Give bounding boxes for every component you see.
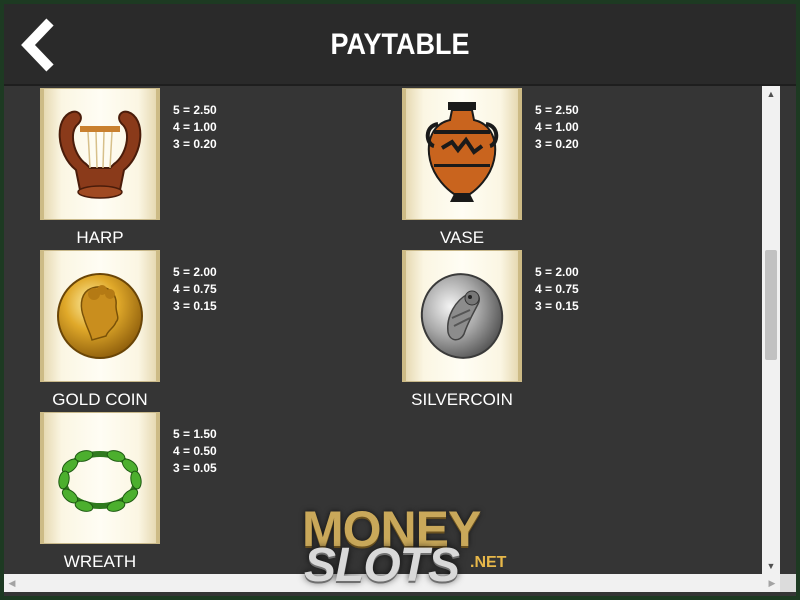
header-bar: PAYTABLE — [4, 4, 796, 86]
payout-value: 4 = 1.00 — [535, 120, 579, 134]
payout-value: 5 = 2.50 — [173, 103, 217, 117]
payout-value: 5 = 2.00 — [173, 265, 217, 279]
silver-coin-icon — [420, 273, 504, 359]
scroll-right-arrow-icon[interactable]: ▶ — [764, 574, 780, 592]
payout-value: 4 = 0.50 — [173, 444, 217, 458]
payout-value: 3 = 0.15 — [535, 299, 579, 313]
payout-value: 3 = 0.15 — [173, 299, 217, 313]
moneyslots-logo: MONEY SLOTS .NET — [294, 498, 534, 594]
symbol-entry-gold-coin: 5 = 2.00 4 = 0.75 3 = 0.15 GOLD COIN — [40, 250, 340, 410]
payout-value: 4 = 0.75 — [535, 282, 579, 296]
paytable-window: PAYTABLE 5 = 2.50 4 = 1.00 3 = 0.20 HARP… — [4, 4, 796, 596]
vertical-scrollbar[interactable]: ▲ ▼ — [762, 86, 780, 574]
payout-value: 4 = 1.00 — [173, 120, 217, 134]
scrollbar-thumb[interactable] — [765, 250, 777, 360]
payout-value: 5 = 1.50 — [173, 427, 217, 441]
payout-value: 3 = 0.05 — [173, 461, 217, 475]
logo-text-slots: SLOTS — [304, 539, 460, 592]
symbol-entry-silver-coin: 5 = 2.00 4 = 0.75 3 = 0.15 SILVERCOIN — [402, 250, 702, 410]
logo-text-net: .NET — [470, 554, 507, 571]
payout-value: 5 = 2.00 — [535, 265, 579, 279]
symbol-tile — [40, 412, 160, 544]
symbol-name: WREATH — [63, 552, 137, 571]
payout-list: 5 = 2.00 4 = 0.75 3 = 0.15 — [535, 264, 579, 315]
page-title: PAYTABLE — [330, 28, 470, 61]
payout-list: 5 = 2.00 4 = 0.75 3 = 0.15 — [173, 264, 217, 315]
symbol-name: VASE — [439, 228, 485, 247]
symbol-entry-vase: 5 = 2.50 4 = 1.00 3 = 0.20 VASE — [402, 88, 702, 248]
symbol-tile — [40, 88, 160, 220]
symbol-name: GOLD COIN — [52, 390, 148, 409]
scroll-down-arrow-icon[interactable]: ▼ — [762, 558, 780, 574]
gold-coin-icon — [57, 273, 143, 359]
vase-icon — [425, 102, 499, 202]
payout-value: 4 = 0.75 — [173, 282, 217, 296]
symbol-tile — [402, 250, 522, 382]
symbol-tile — [40, 250, 160, 382]
scroll-up-arrow-icon[interactable]: ▲ — [762, 86, 780, 102]
scrollbar-corner — [780, 574, 796, 592]
harp-icon — [58, 110, 142, 199]
symbol-name: HARP — [76, 228, 124, 247]
symbol-entry-harp: 5 = 2.50 4 = 1.00 3 = 0.20 HARP — [40, 88, 340, 248]
payout-list: 5 = 1.50 4 = 0.50 3 = 0.05 — [173, 426, 217, 477]
payout-list: 5 = 2.50 4 = 1.00 3 = 0.20 — [535, 102, 579, 153]
payout-list: 5 = 2.50 4 = 1.00 3 = 0.20 — [173, 102, 217, 153]
wreath-icon — [58, 450, 142, 512]
symbol-tile — [402, 88, 522, 220]
symbol-name: SILVERCOIN — [411, 390, 513, 409]
payout-value: 3 = 0.20 — [173, 137, 217, 151]
payout-value: 5 = 2.50 — [535, 103, 579, 117]
payout-value: 3 = 0.20 — [535, 137, 579, 151]
scroll-left-arrow-icon[interactable]: ◀ — [4, 574, 20, 592]
